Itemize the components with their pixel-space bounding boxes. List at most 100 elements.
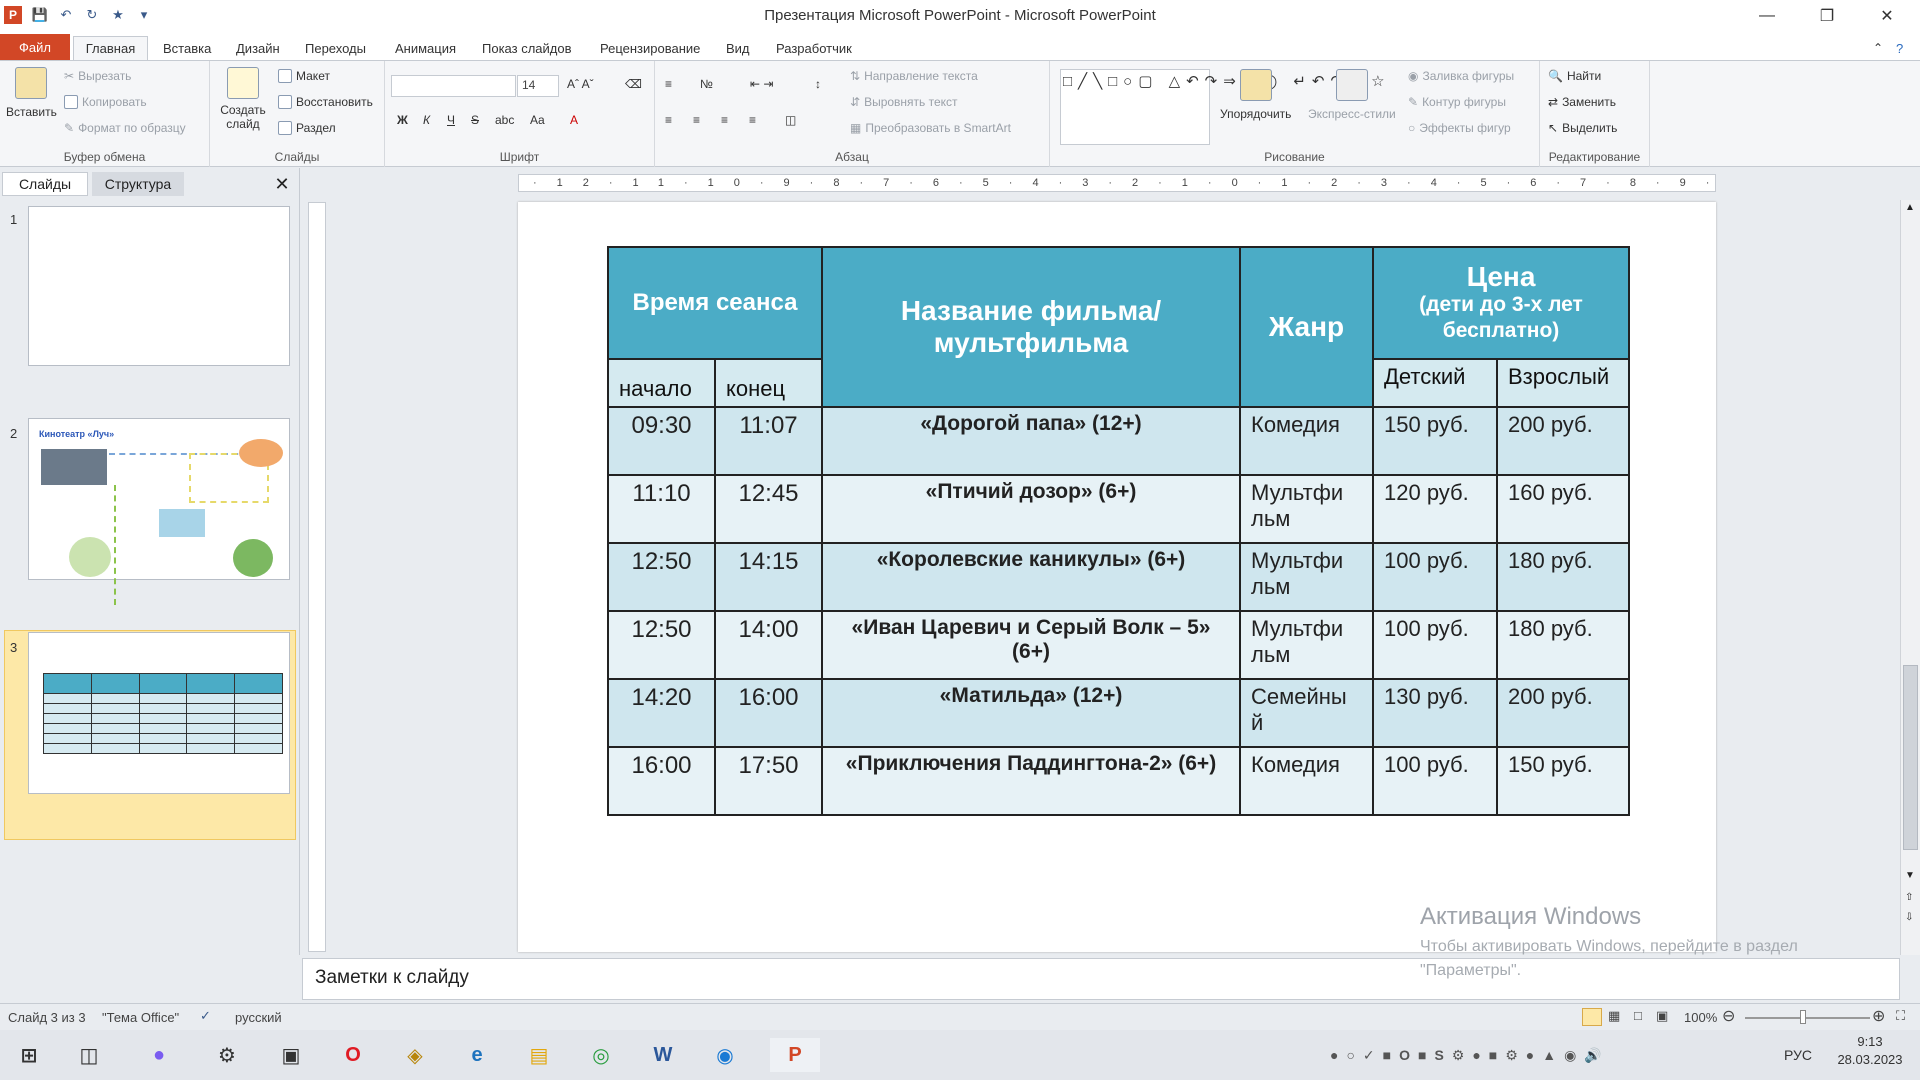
cell-title[interactable]: «Королевские каникулы» (6+)	[821, 542, 1241, 612]
header-adult[interactable]: Взрослый	[1496, 358, 1630, 408]
input-language[interactable]: РУС	[1778, 1038, 1818, 1072]
reading-view-icon[interactable]: □	[1634, 1008, 1642, 1023]
vertical-scrollbar[interactable]: ▲ ▼ ⇧ ⇩	[1900, 200, 1920, 955]
section-button[interactable]: Раздел	[278, 121, 336, 135]
table-row[interactable]: 12:50 14:00 «Иван Царевич и Серый Волк –…	[607, 610, 1630, 680]
spacing-icon[interactable]: abc	[495, 113, 514, 127]
numbering-icon[interactable]: №	[700, 77, 713, 91]
shape-outline-button[interactable]: ✎ Контур фигуры	[1408, 95, 1506, 109]
slide-thumbnail-3[interactable]	[28, 632, 290, 794]
shape-fill-button[interactable]: ◉ Заливка фигуры	[1408, 69, 1514, 83]
cell-end[interactable]: 14:15	[714, 542, 823, 612]
maximize-icon[interactable]: ❐	[1800, 0, 1854, 32]
font-name-combo[interactable]	[391, 75, 516, 97]
system-tray-icons[interactable]: ●○✓■O■S⚙●■⚙●▲◉🔊	[1330, 1038, 1730, 1072]
paste-button[interactable]: Вставить	[6, 67, 57, 119]
scroll-down-icon[interactable]: ▼	[1905, 870, 1915, 881]
undo-icon[interactable]: ↶	[58, 7, 74, 23]
strike-button[interactable]: S	[471, 113, 479, 127]
header-price[interactable]: Цена (дети до 3-х лет бесплатно)	[1372, 246, 1630, 360]
font-size-combo[interactable]: 14	[517, 75, 559, 97]
cell-title[interactable]: «Матильда» (12+)	[821, 678, 1241, 748]
format-painter-button[interactable]: ✎ Формат по образцу	[64, 121, 186, 135]
shapes-gallery[interactable]: □╱╲□○▢ △↶↷⇒⇓◯ ↵↶↷{}☆	[1060, 69, 1385, 145]
chrome-icon[interactable]: ◎	[584, 1038, 618, 1072]
cell-adult-price[interactable]: 200 руб.	[1496, 678, 1630, 748]
cell-end[interactable]: 12:45	[714, 474, 823, 544]
indent-icon[interactable]: ⇤ ⇥	[750, 77, 773, 91]
table-row[interactable]: 12:50 14:15 «Королевские каникулы» (6+) …	[607, 542, 1630, 612]
cell-end[interactable]: 17:50	[714, 746, 823, 816]
bold-button[interactable]: Ж	[397, 113, 408, 127]
slideshow-icon[interactable]: ▣	[1656, 1008, 1668, 1024]
tab-developer[interactable]: Разработчик	[768, 36, 860, 60]
new-slide-button[interactable]: Создать слайд	[218, 67, 268, 131]
cell-title[interactable]: «Дорогой папа» (12+)	[821, 406, 1241, 476]
reset-button[interactable]: Восстановить	[278, 95, 373, 109]
align-right-icon[interactable]: ≡	[721, 113, 728, 127]
italic-button[interactable]: К	[423, 113, 430, 127]
bullets-icon[interactable]: ≡	[665, 77, 672, 91]
tab-outline[interactable]: Структура	[92, 172, 184, 196]
clear-format-icon[interactable]: ⌫	[625, 77, 642, 91]
next-slide-icon[interactable]: ⇩	[1905, 912, 1913, 923]
language[interactable]: русский	[235, 1010, 282, 1025]
header-end[interactable]: конец	[714, 358, 823, 408]
cell-start[interactable]: 12:50	[607, 542, 716, 612]
file-explorer-icon[interactable]: ▤	[522, 1038, 556, 1072]
tab-view[interactable]: Вид	[718, 36, 758, 60]
powerpoint-app-icon[interactable]: P	[4, 6, 22, 24]
layout-button[interactable]: Макет	[278, 69, 330, 83]
columns-icon[interactable]: ◫	[785, 113, 796, 127]
opera-icon[interactable]: O	[336, 1038, 370, 1072]
cell-adult-price[interactable]: 160 руб.	[1496, 474, 1630, 544]
browser-icon[interactable]: ◉	[708, 1038, 742, 1072]
slide-thumbnail-2[interactable]: Кинотеатр «Луч»	[28, 418, 290, 605]
edge-icon[interactable]: e	[460, 1038, 494, 1072]
align-center-icon[interactable]: ≡	[693, 113, 700, 127]
cell-genre[interactable]: Семейны й	[1239, 678, 1374, 748]
header-film-title[interactable]: Название фильма/мультфильма	[821, 246, 1241, 408]
fit-slide-icon[interactable]: ⛶	[1896, 1008, 1905, 1024]
line-spacing-icon[interactable]: ↕	[815, 77, 821, 91]
cell-adult-price[interactable]: 180 руб.	[1496, 610, 1630, 680]
minimize-icon[interactable]: —	[1740, 0, 1794, 32]
cell-adult-price[interactable]: 150 руб.	[1496, 746, 1630, 816]
table-row[interactable]: 11:10 12:45 «Птичий дозор» (6+) Мультфи …	[607, 474, 1630, 544]
redo-icon[interactable]: ↻	[84, 7, 100, 23]
table-row[interactable]: 16:00 17:50 «Приключения Паддингтона-2» …	[607, 746, 1630, 816]
cell-child-price[interactable]: 100 руб.	[1372, 746, 1498, 816]
cell-genre[interactable]: Комедия	[1239, 406, 1374, 476]
table-row[interactable]: 09:30 11:07 «Дорогой папа» (12+) Комедия…	[607, 406, 1630, 476]
customize-qat-icon[interactable]: ▾	[136, 7, 152, 23]
tab-transitions[interactable]: Переходы	[297, 36, 374, 60]
select-button[interactable]: ↖ Выделить	[1548, 121, 1617, 135]
cell-start[interactable]: 11:10	[607, 474, 716, 544]
header-session-time[interactable]: Время сеанса	[607, 246, 823, 360]
cell-title[interactable]: «Иван Царевич и Серый Волк – 5» (6+)	[821, 610, 1241, 680]
align-text-button[interactable]: ⇵ Выровнять текст	[850, 95, 958, 109]
find-button[interactable]: 🔍 Найти	[1548, 69, 1601, 83]
tab-home[interactable]: Главная	[73, 36, 148, 60]
cell-adult-price[interactable]: 180 руб.	[1496, 542, 1630, 612]
cell-end[interactable]: 14:00	[714, 610, 823, 680]
app-icon[interactable]: ◈	[398, 1038, 432, 1072]
grow-font-icon[interactable]: Aˆ Aˇ	[567, 77, 594, 91]
slide-thumbnail-1[interactable]	[28, 206, 290, 366]
scroll-thumb[interactable]	[1903, 665, 1918, 850]
header-start[interactable]: начало	[607, 358, 716, 408]
horizontal-ruler[interactable]: ·12·11·10·9·8·7·6·5·4·3·2·1·0·1·2·3·4·5·…	[518, 174, 1716, 192]
close-icon[interactable]: ✕	[1860, 0, 1914, 32]
shape-effects-button[interactable]: ○ Эффекты фигур	[1408, 121, 1511, 135]
tab-slides[interactable]: Слайды	[2, 172, 88, 196]
tab-slideshow[interactable]: Показ слайдов	[474, 36, 580, 60]
vertical-ruler[interactable]	[308, 202, 326, 952]
zoom-in-icon[interactable]: ⊕	[1872, 1006, 1885, 1026]
tab-animation[interactable]: Анимация	[387, 36, 464, 60]
case-icon[interactable]: Aa	[530, 113, 545, 127]
scroll-up-icon[interactable]: ▲	[1905, 202, 1915, 213]
cell-genre[interactable]: Мультфи льм	[1239, 474, 1374, 544]
cell-start[interactable]: 12:50	[607, 610, 716, 680]
cell-child-price[interactable]: 100 руб.	[1372, 542, 1498, 612]
table-row[interactable]: 14:20 16:00 «Матильда» (12+) Семейны й 1…	[607, 678, 1630, 748]
